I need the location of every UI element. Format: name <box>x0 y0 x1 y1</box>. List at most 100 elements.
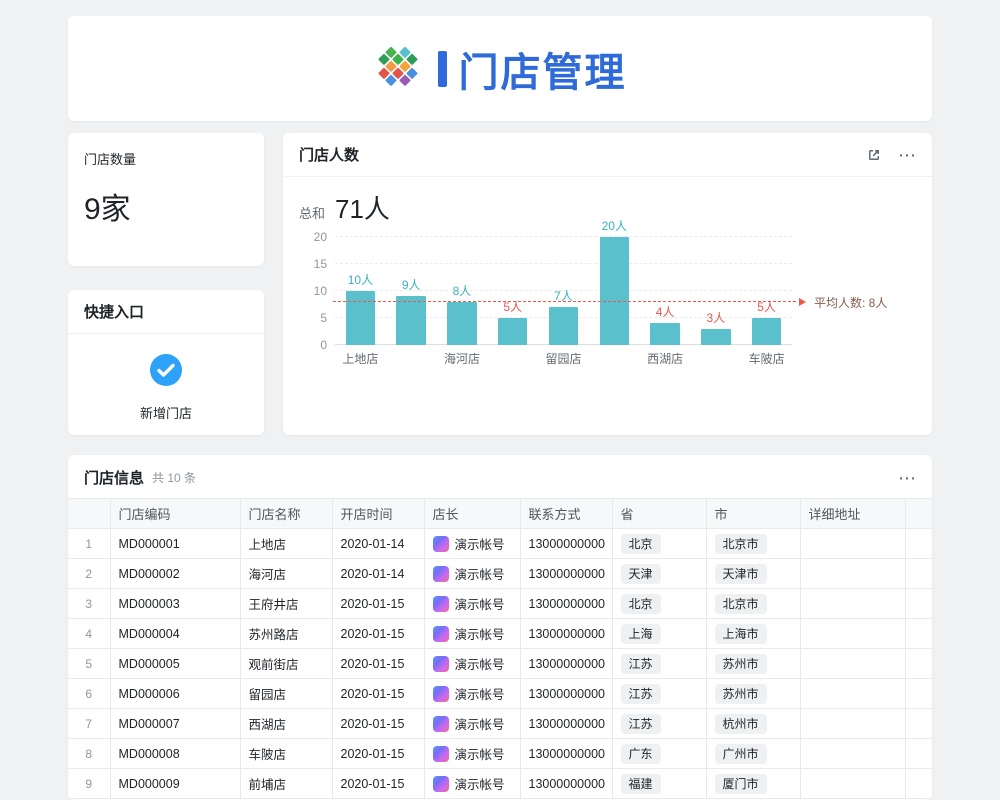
cell-address <box>800 709 905 739</box>
table-row: 9MD000009前埔店2020-01-15演示帐号13000000000福建厦… <box>68 769 932 799</box>
manager-name: 演示帐号 <box>455 744 505 763</box>
cell-province: 北京 <box>612 529 706 559</box>
bar-观前街店 <box>600 237 629 345</box>
cell-phone: 13000000000 <box>520 739 612 769</box>
cell-address <box>800 739 905 769</box>
cell-phone: 13000000000 <box>520 679 612 709</box>
bar-slot: 3人 <box>690 237 741 345</box>
manager-name: 演示帐号 <box>455 714 505 733</box>
table-more-icon[interactable]: ⋯ <box>898 469 916 487</box>
store-count-value: 9家 <box>84 184 248 228</box>
manager-name: 演示帐号 <box>455 534 505 553</box>
table-row: 2MD000002海河店2020-01-14演示帐号13000000000天津天… <box>68 559 932 589</box>
manager-avatar <box>433 716 449 732</box>
page-title: 门店管理 <box>459 40 627 98</box>
cell-manager: 演示帐号 <box>424 559 520 589</box>
province-tag: 北京 <box>621 534 661 554</box>
column-header-门店名称: 门店名称 <box>240 499 332 529</box>
cell-phone: 13000000000 <box>520 769 612 799</box>
cell-phone: 13000000000 <box>520 589 612 619</box>
cell-phone: 13000000000 <box>520 709 612 739</box>
x-tick-label: 海河店 <box>424 350 500 367</box>
cell-manager: 演示帐号 <box>424 769 520 799</box>
cell-phone: 13000000000 <box>520 619 612 649</box>
province-tag: 江苏 <box>621 654 661 674</box>
cell-open-date: 2020-01-15 <box>332 589 424 619</box>
table-row: 7MD000007西湖店2020-01-15演示帐号13000000000江苏杭… <box>68 709 932 739</box>
cell-address <box>800 769 905 799</box>
cell-open-date: 2020-01-15 <box>332 709 424 739</box>
cell-store-name: 前埔店 <box>240 769 332 799</box>
cell-store-name: 西湖店 <box>240 709 332 739</box>
cell-city: 北京市 <box>706 529 800 559</box>
manager-avatar <box>433 746 449 762</box>
quick-entry-title: 快捷入口 <box>84 301 144 322</box>
manager-avatar <box>433 596 449 612</box>
cell-extra <box>905 709 932 739</box>
cell-city: 广州市 <box>706 739 800 769</box>
cell-manager: 演示帐号 <box>424 709 520 739</box>
y-tick-label: 15 <box>301 257 327 271</box>
cell-manager: 演示帐号 <box>424 679 520 709</box>
cell-store-code: MD000004 <box>110 619 240 649</box>
cell-address <box>800 529 905 559</box>
chart-card-title: 门店人数 <box>299 144 359 165</box>
cell-open-date: 2020-01-14 <box>332 529 424 559</box>
manager-avatar <box>433 776 449 792</box>
cell-row-index: 1 <box>68 529 110 559</box>
manager-avatar <box>433 686 449 702</box>
cell-address <box>800 679 905 709</box>
cell-extra <box>905 559 932 589</box>
city-tag: 上海市 <box>715 624 767 644</box>
cell-phone: 13000000000 <box>520 529 612 559</box>
x-tick-label: 留园店 <box>525 350 601 367</box>
cell-store-name: 海河店 <box>240 559 332 589</box>
table-row: 1MD000001上地店2020-01-14演示帐号13000000000北京北… <box>68 529 932 559</box>
headcount-bar-chart: 0510152010人上地店9人8人海河店5人7人留园店20人4人西湖店3人5人… <box>299 221 916 371</box>
cell-province: 福建 <box>612 769 706 799</box>
column-header-市: 市 <box>706 499 800 529</box>
cell-store-code: MD000008 <box>110 739 240 769</box>
cell-row-index: 9 <box>68 769 110 799</box>
cell-province: 江苏 <box>612 679 706 709</box>
headcount-chart-card: 门店人数 ⋯ 总和 71人 0510152010人上地店9人8人海河店5人7人留… <box>283 133 932 435</box>
city-tag: 苏州市 <box>715 654 767 674</box>
cell-store-code: MD000002 <box>110 559 240 589</box>
table-row: 8MD000008车陂店2020-01-15演示帐号13000000000广东广… <box>68 739 932 769</box>
cell-extra <box>905 529 932 559</box>
average-line-arrow-icon <box>799 298 806 306</box>
cell-city: 厦门市 <box>706 769 800 799</box>
cell-row-index: 8 <box>68 739 110 769</box>
bar-slot: 4人西湖店 <box>640 237 691 345</box>
cell-open-date: 2020-01-15 <box>332 649 424 679</box>
column-header-门店编码: 门店编码 <box>110 499 240 529</box>
city-tag: 杭州市 <box>715 714 767 734</box>
cell-store-name: 苏州路店 <box>240 619 332 649</box>
check-badge-icon <box>148 352 184 393</box>
table-row: 3MD000003王府井店2020-01-15演示帐号13000000000北京… <box>68 589 932 619</box>
cell-store-name: 车陂店 <box>240 739 332 769</box>
add-store-shortcut[interactable]: 新增门店 <box>68 334 264 422</box>
province-tag: 广东 <box>621 744 661 764</box>
column-header-extra <box>905 499 932 529</box>
column-header-省: 省 <box>612 499 706 529</box>
column-header-详细地址: 详细地址 <box>800 499 905 529</box>
cell-row-index: 5 <box>68 649 110 679</box>
cell-extra <box>905 739 932 769</box>
city-tag: 广州市 <box>715 744 767 764</box>
bar-西湖店 <box>650 323 679 345</box>
chart-more-icon[interactable]: ⋯ <box>898 146 916 164</box>
cell-extra <box>905 769 932 799</box>
open-in-new-icon[interactable] <box>866 147 882 163</box>
cell-city: 苏州市 <box>706 679 800 709</box>
cell-extra <box>905 679 932 709</box>
province-tag: 北京 <box>621 594 661 614</box>
store-management-dashboard: { "app": { "title": "门店管理" }, "cards": {… <box>0 0 1000 800</box>
table-row: 6MD000006留园店2020-01-15演示帐号13000000000江苏苏… <box>68 679 932 709</box>
add-store-label: 新增门店 <box>140 403 192 422</box>
title-accent-bar <box>438 51 447 87</box>
y-tick-label: 5 <box>301 311 327 325</box>
bar-上地店 <box>346 291 375 345</box>
cell-store-code: MD000005 <box>110 649 240 679</box>
cell-manager: 演示帐号 <box>424 739 520 769</box>
